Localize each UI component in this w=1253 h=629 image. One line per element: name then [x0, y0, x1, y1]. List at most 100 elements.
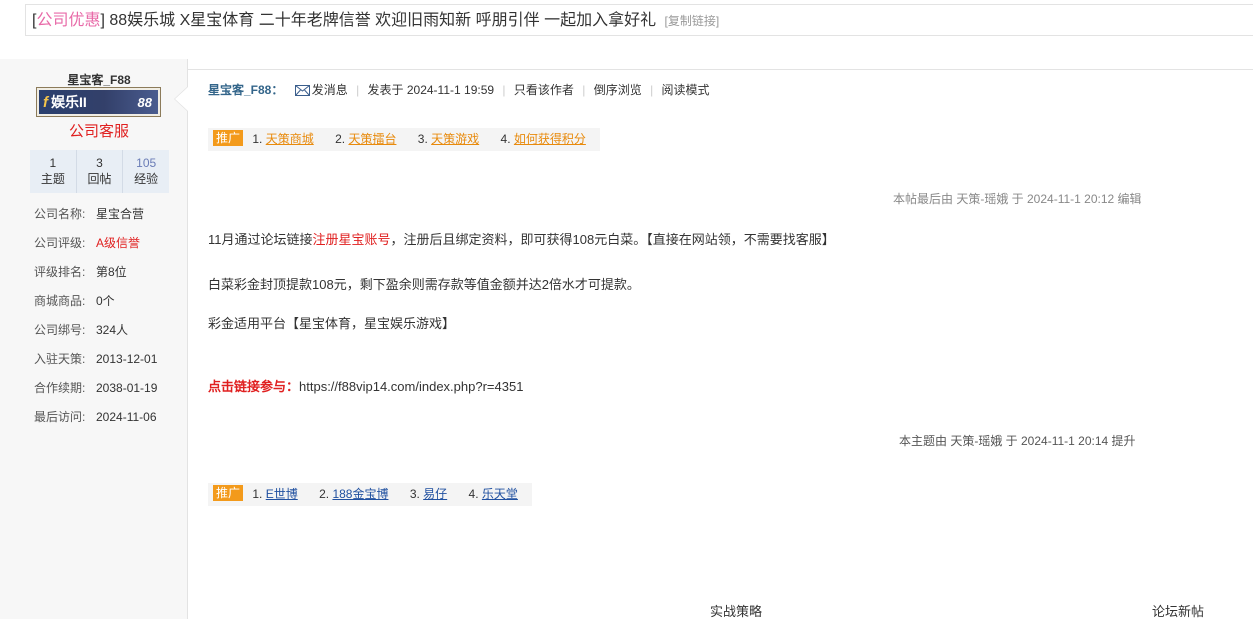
promo-bar-top: 推广 1. 天策商城 2. 天策擂台 3. 天策游戏 4. 如何获得积分 [208, 128, 600, 151]
stat-value: 3 [96, 156, 103, 170]
info-key: 合作续期: [34, 381, 86, 395]
content-text: ，注册后且绑定资料，即可获得108元白菜。【直接在网站领，不需要找客服】 [390, 232, 835, 247]
thread-title-bar: [公司优惠] 88娱乐城 X星宝体育 二十年老牌信誉 欢迎旧雨知新 呼朋引伴 一… [25, 4, 1253, 36]
info-key: 商城商品: [34, 294, 86, 308]
stat-topics[interactable]: 1 主题 [30, 150, 77, 193]
author-info-list: 公司名称: 星宝合营 公司评级: A级信誉 评级排名: 第8位 商城商品: 0个 公司绑… [34, 205, 157, 437]
promo-link[interactable]: 天策商城 [266, 132, 314, 146]
promo-num: 2. [335, 132, 346, 146]
info-value: 0个 [96, 294, 115, 308]
promo-num: 1. [252, 132, 263, 146]
info-key: 入驻天策: [34, 352, 86, 366]
promo-num: 3. [409, 487, 420, 501]
promo-link[interactable]: 天策游戏 [431, 132, 479, 146]
cta-paragraph: 点击链接参与：https://f88vip14.com/index.php?r=… [208, 376, 523, 395]
info-value: 第8位 [96, 265, 127, 279]
promo-num: 4. [500, 132, 511, 146]
bumped-note: 本主题由 天策-瑶娥 于 2024-11-1 20:14 提升 [899, 434, 1136, 448]
info-key: 最后访问: [34, 410, 86, 424]
info-value: 星宝合营 [96, 207, 145, 221]
author-avatar[interactable]: f 娱乐II 88 [36, 87, 161, 117]
promo-item: 1. E世博 [252, 487, 297, 501]
info-row: 公司名称: 星宝合营 [34, 205, 157, 234]
info-value: 2024-11-06 [96, 410, 157, 424]
info-key: 公司名称: [34, 207, 86, 221]
stat-label: 回帖 [87, 172, 112, 186]
content-paragraph: 彩金适用平台【星宝体育，星宝娱乐游戏】 [208, 316, 456, 331]
only-author-link[interactable]: 只看该作者 [514, 83, 574, 97]
promo-num: 1. [252, 487, 263, 501]
promo-link[interactable]: 易仔 [423, 487, 447, 501]
promo-item: 4. 乐天堂 [469, 487, 518, 501]
promo-tag: 推广 [213, 485, 244, 501]
promo-item: 3. 天策游戏 [418, 132, 479, 146]
edited-note: 本帖最后由 天策-瑶娥 于 2024-11-1 20:12 编辑 [893, 192, 1142, 206]
promo-item: 2. 天策擂台 [335, 132, 396, 146]
promo-num: 3. [417, 132, 428, 146]
post-author-link[interactable]: 星宝客_F88： [208, 83, 283, 97]
logo-brand-text: 娱乐II [51, 94, 87, 110]
content-paragraph: 11月通过论坛链接注册星宝账号，注册后且绑定资料，即可获得108元白菜。【直接在… [208, 229, 835, 248]
stat-label: 主题 [40, 172, 65, 186]
divider: | [356, 83, 360, 97]
logo-f-text: f [43, 93, 48, 111]
info-row: 商城商品: 0个 [34, 292, 157, 321]
strategy-section-heading[interactable]: 实战策略 [710, 601, 762, 620]
stat-value: 1 [49, 156, 57, 170]
register-link[interactable]: 注册星宝账号 [313, 232, 391, 247]
divider: | [502, 83, 506, 97]
promo-tag: 推广 [213, 130, 244, 146]
envelope-icon[interactable] [294, 85, 310, 96]
info-key: 公司绑号: [34, 323, 86, 337]
stat-value: 105 [136, 156, 157, 170]
cta-label: 点击链接参与： [208, 379, 300, 394]
bracket-close: ] [100, 12, 105, 29]
promo-link[interactable]: 188金宝博 [332, 487, 388, 501]
cta-url-link[interactable]: https://f88vip14.com/index.php?r=4351 [299, 379, 523, 394]
reading-mode-link[interactable]: 阅读模式 [662, 83, 710, 97]
promo-item: 4. 如何获得积分 [501, 132, 586, 146]
promo-link[interactable]: 如何获得积分 [514, 132, 586, 146]
new-posts-section-heading[interactable]: 论坛新帖 [1152, 601, 1204, 620]
promo-item: 3. 易仔 [410, 487, 447, 501]
logo-88-text: 88 [137, 94, 152, 110]
send-message-link[interactable]: 发消息 [312, 83, 348, 97]
info-value: 324人 [96, 323, 129, 337]
info-value: 2038-01-19 [96, 381, 158, 395]
divider: | [650, 83, 654, 97]
promo-item: 2. 188金宝博 [319, 487, 388, 501]
divider: | [582, 83, 586, 97]
thread-category-link[interactable]: 公司优惠 [36, 12, 100, 29]
content-paragraph: 白菜彩金封顶提款108元，剩下盈余则需存款等值金额并达2倍水才可提款。 [208, 277, 640, 292]
post-container [187, 69, 1253, 629]
author-username[interactable]: 星宝客_F88 [0, 71, 198, 88]
reverse-order-link[interactable]: 倒序浏览 [594, 83, 642, 97]
info-key: 公司评级: [34, 236, 86, 250]
author-group: 公司客服 [68, 123, 129, 140]
promo-link[interactable]: E世博 [266, 487, 298, 501]
info-value: A级信誉 [96, 236, 141, 250]
stat-replies[interactable]: 3 回帖 [77, 150, 124, 193]
post-pointer-arrow [174, 86, 188, 112]
info-row: 公司评级: A级信誉 [34, 234, 157, 263]
content-text: 11月通过论坛链接 [208, 232, 313, 247]
stat-label: 经验 [134, 172, 159, 186]
promo-link[interactable]: 天策擂台 [348, 132, 396, 146]
thread-title: 88娱乐城 X星宝体育 二十年老牌信誉 欢迎旧雨知新 呼朋引伴 一起加入拿好礼 [109, 12, 657, 29]
info-row: 合作续期: 2038-01-19 [34, 379, 157, 408]
f88-logo-icon: f 娱乐II 88 [39, 90, 158, 114]
promo-num: 4. [468, 487, 479, 501]
info-row: 评级排名: 第8位 [34, 263, 157, 292]
posted-at: 发表于 2024-11-1 19:59 [367, 83, 495, 97]
promo-num: 2. [319, 487, 330, 501]
info-row: 最后访问: 2024-11-06 [34, 408, 157, 437]
promo-link[interactable]: 乐天堂 [482, 487, 518, 501]
copy-link-button[interactable]: [复制链接] [665, 14, 720, 28]
info-value: 2013-12-01 [96, 352, 158, 366]
stat-experience[interactable]: 105 经验 [123, 150, 169, 193]
info-key: 评级排名: [34, 265, 86, 279]
post-meta-bar: 星宝客_F88： 发消息 | 发表于 2024-11-1 19:59 | 只看该… [208, 81, 710, 97]
author-sidebar: 星宝客_F88 f 娱乐II 88 公司客服 1 主题 3 回帖 105 经验 … [0, 59, 188, 619]
promo-bar-bottom: 推广 1. E世博 2. 188金宝博 3. 易仔 4. 乐天堂 [208, 483, 532, 506]
promo-item: 1. 天策商城 [252, 132, 313, 146]
